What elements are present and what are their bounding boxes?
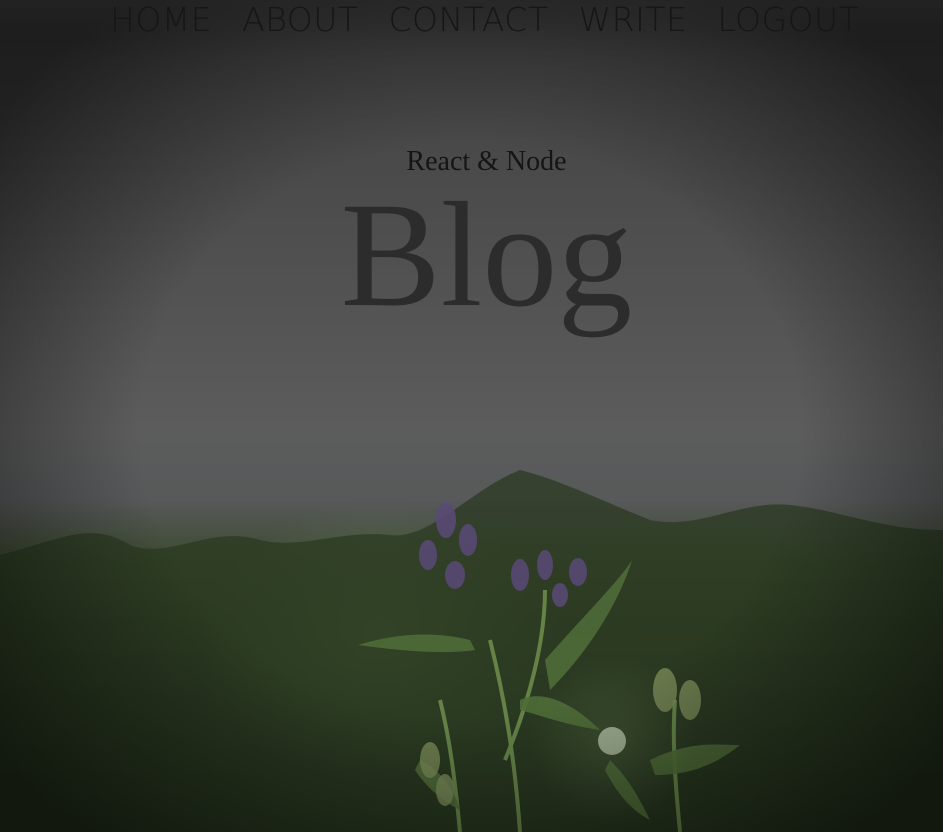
nav-item-logout[interactable]: LOGOUT: [717, 0, 859, 42]
top-navigation-bar: HOME ABOUT CONTACT WRITE LOGOUT: [0, 0, 943, 40]
nav-item-contact[interactable]: CONTACT: [389, 0, 549, 42]
main-nav: HOME ABOUT CONTACT WRITE LOGOUT: [110, 0, 859, 42]
nav-item-about[interactable]: ABOUT: [242, 0, 358, 42]
nav-item-home[interactable]: HOME: [110, 0, 212, 42]
nav-item-write[interactable]: WRITE: [579, 0, 688, 42]
header-title: Blog: [340, 172, 633, 338]
flower-field-illustration: [0, 470, 943, 832]
blog-page: HOME ABOUT CONTACT WRITE LOGOUT React & …: [0, 0, 943, 832]
